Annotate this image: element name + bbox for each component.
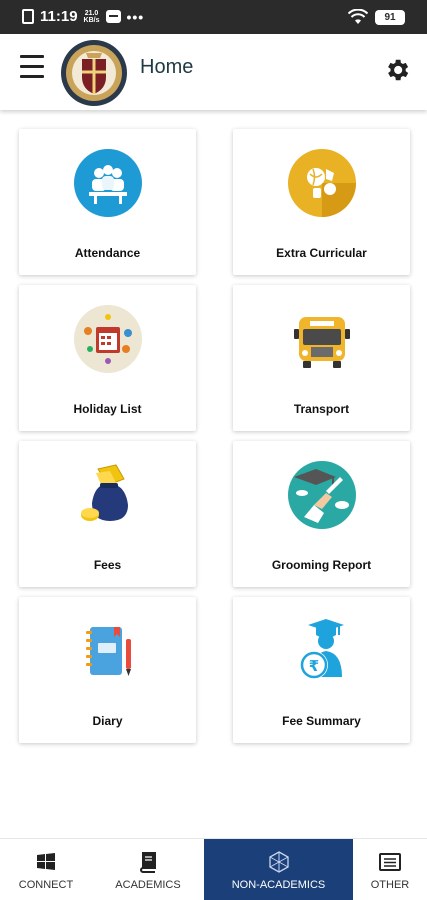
diary-icon	[85, 627, 131, 676]
money-bag-icon	[80, 464, 128, 521]
svg-text:₹: ₹	[308, 657, 318, 675]
tile-label: Diary	[92, 714, 123, 728]
nav-non-academics[interactable]: NON-ACADEMICS	[204, 839, 353, 900]
status-bar: 11:19 21.0 KB/s ••• 91	[0, 0, 427, 34]
bottom-navigation: CONNECT ACADEMICS NON-ACADEMICS OTHER	[0, 838, 427, 900]
tile-label: Extra Curricular	[276, 246, 367, 260]
tile-attendance[interactable]: Attendance	[19, 129, 196, 275]
book-icon	[140, 852, 156, 873]
network-speed: 21.0 KB/s	[84, 10, 100, 24]
battery-indicator: 91	[375, 9, 405, 25]
more-notifications-icon: •••	[126, 8, 145, 25]
nav-connect[interactable]: CONNECT	[0, 839, 92, 900]
extra-curricular-icon	[287, 149, 356, 217]
tile-label: Grooming Report	[271, 558, 372, 572]
hexagon-icon	[268, 851, 289, 873]
page-title: Home	[140, 56, 194, 78]
tile-transport[interactable]: Transport	[233, 285, 410, 431]
tile-fee-summary[interactable]: ₹ Fee Summary	[233, 597, 410, 743]
graduation-icon	[287, 461, 356, 529]
windows-icon	[37, 853, 55, 870]
tile-label: Fee Summary	[282, 714, 361, 728]
tile-grooming-report[interactable]: Grooming Report	[233, 441, 410, 587]
nav-other[interactable]: OTHER	[353, 839, 427, 900]
tile-label: Attendance	[74, 246, 141, 260]
nav-label: ACADEMICS	[115, 879, 181, 891]
status-time: 11:19	[40, 8, 78, 25]
fee-summary-icon: ₹	[299, 619, 344, 679]
tile-label: Transport	[293, 402, 350, 416]
app-bar: Home	[0, 34, 427, 110]
nav-label: CONNECT	[18, 879, 74, 891]
notification-icon	[22, 9, 34, 24]
wifi-icon	[348, 9, 368, 24]
tile-label: Fees	[93, 558, 122, 572]
network-speed-value: 21.0	[84, 9, 99, 17]
school-crest-logo	[61, 40, 127, 106]
nav-label: NON-ACADEMICS	[231, 879, 326, 891]
hamburger-menu-icon[interactable]	[20, 55, 46, 79]
tile-extra-curricular[interactable]: Extra Curricular	[233, 129, 410, 275]
nav-academics[interactable]: ACADEMICS	[92, 839, 204, 900]
tile-label: Holiday List	[73, 402, 142, 416]
message-icon	[105, 10, 121, 23]
holiday-list-icon	[73, 305, 142, 373]
tile-diary[interactable]: Diary	[19, 597, 196, 743]
attendance-icon	[73, 149, 142, 217]
list-icon	[379, 853, 401, 871]
tile-holiday-list[interactable]: Holiday List	[19, 285, 196, 431]
network-speed-unit: KB/s	[83, 16, 100, 24]
tile-fees[interactable]: Fees	[19, 441, 196, 587]
school-bus-icon	[293, 317, 350, 368]
gear-icon[interactable]	[383, 56, 411, 84]
nav-label: OTHER	[370, 879, 410, 891]
